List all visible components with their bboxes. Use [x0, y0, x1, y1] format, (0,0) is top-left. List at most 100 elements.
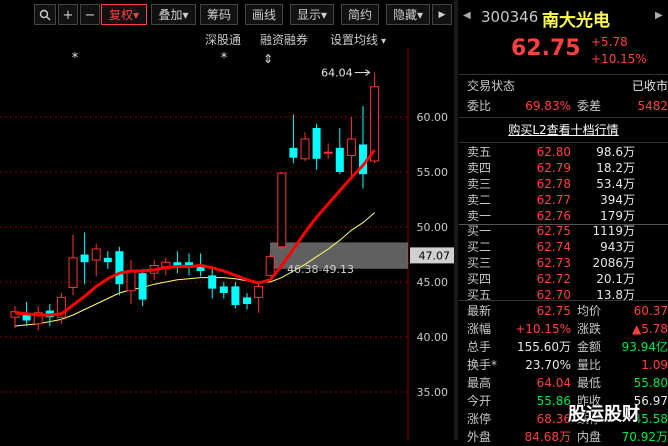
rzrq-tag[interactable]: 融资融券 [260, 31, 308, 48]
candle-body [22, 315, 31, 321]
high-price-label: 64.04 [321, 67, 353, 80]
candle-body [68, 257, 78, 289]
candle-body [265, 256, 275, 276]
stat-value: 62.75 [536, 304, 571, 318]
current-price-label: 47.07 [419, 249, 451, 262]
stat-label: 最新 [467, 304, 492, 318]
y-tick-label: 60.00 [417, 111, 449, 124]
candle-body [231, 286, 240, 306]
y-tick-label: 50.00 [417, 221, 449, 234]
stat-value: 68.36 [536, 412, 571, 426]
last-price: 62.75 [511, 36, 581, 61]
candle-body [115, 251, 124, 285]
event-marker-icon: * [72, 51, 79, 66]
candle-body [103, 257, 112, 263]
stat-value: 1.09 [641, 358, 668, 372]
stat-value: 70.92万 [621, 430, 668, 444]
chevron-right-icon[interactable]: ▶ [655, 10, 663, 21]
fuquan-button[interactable]: 复权▾ [101, 4, 147, 25]
stat-value: 64.04 [536, 376, 571, 390]
stat-value: +10.15% [515, 322, 571, 336]
panel-divider [454, 0, 458, 440]
zoom-out-button[interactable]: − [80, 4, 100, 25]
event-marker-icon: * [221, 51, 228, 66]
price-change-pct: +10.15% [591, 52, 647, 66]
y-tick-label: 45.00 [417, 276, 449, 289]
stat-row: 最新 62.75 均价 60.37 [459, 302, 668, 320]
chevron-down-icon: ▾ [132, 8, 140, 22]
stat-label: 均价 [577, 304, 602, 318]
hide-button[interactable]: 隐藏▾ [386, 4, 430, 25]
display-button[interactable]: 显示▾ [290, 4, 334, 25]
stat-label: 总手 [467, 340, 492, 354]
candle-body [91, 248, 101, 261]
chart-toolbar: + − 复权▾ 叠加▾ 筹码 画线 显示▾ 简约 隐藏▾ ▶ [0, 0, 454, 30]
order-ratio-label: 委比 [467, 99, 492, 113]
chips-button[interactable]: 筹码 [200, 4, 238, 25]
stat-label: 量比 [577, 358, 602, 372]
divider [459, 300, 668, 301]
chevron-down-icon: ▾ [320, 8, 328, 22]
candle-body [126, 270, 136, 292]
candle-body [80, 254, 89, 263]
display-label: 显示 [296, 8, 321, 22]
stat-label: 金额 [577, 340, 602, 354]
stat-row: 涨幅 +10.15% 涨跌 ▲5.78 [459, 320, 668, 338]
stat-value: 60.37 [633, 304, 668, 318]
stat-row: 最高 64.04 最低 55.80 [459, 374, 668, 392]
order-ratio-row: 委比 69.83% 委差 5482 [459, 97, 668, 115]
search-icon[interactable] [34, 4, 56, 25]
candle-body [138, 273, 147, 300]
sgt-tag[interactable]: 深股通 [205, 31, 241, 48]
divider [459, 74, 668, 75]
candle-body [289, 147, 298, 158]
stat-value: 155.60万 [517, 340, 571, 354]
stat-label: 外盘 [467, 430, 492, 444]
chevron-right-icon[interactable]: ▶ [432, 4, 452, 25]
hide-label: 隐藏 [392, 8, 417, 22]
stat-label: 涨幅 [467, 322, 492, 336]
stat-label: 内盘 [577, 430, 602, 444]
y-tick-label: 35.00 [417, 386, 449, 399]
candle-body [300, 138, 310, 160]
divider [459, 117, 668, 118]
watermark: 股运股财 [568, 404, 640, 425]
chevron-left-icon[interactable]: ◀ [463, 10, 471, 21]
candle-body [254, 285, 264, 298]
overlay-button[interactable]: 叠加▾ [151, 4, 196, 25]
order-diff-value: 5482 [637, 99, 668, 113]
candle-body [346, 138, 356, 156]
stat-label: 换手* [467, 358, 498, 372]
y-tick-label: 40.00 [417, 331, 449, 344]
candle-body [219, 286, 228, 293]
stat-label: 最低 [577, 376, 602, 390]
fuquan-label: 复权 [108, 8, 133, 22]
stat-value: 84.68万 [524, 430, 571, 444]
ma-settings-button[interactable]: 设置均线 ▾ [330, 31, 386, 48]
candle-body [208, 275, 217, 289]
stat-value: ▲5.78 [632, 322, 668, 336]
y-tick-label: 55.00 [417, 166, 449, 179]
draw-button[interactable]: 画线 [245, 4, 283, 25]
price-change: +5.78 [591, 35, 628, 49]
stat-value: 93.94亿 [621, 340, 668, 354]
chevron-down-icon: ▾ [381, 36, 387, 47]
chevron-down-icon: ▾ [182, 8, 189, 22]
trade-status-label: 交易状态 [467, 79, 516, 93]
zoom-in-button[interactable]: + [58, 4, 78, 25]
stat-label: 涨停 [467, 412, 492, 426]
stock-name: 南大光电 [542, 11, 610, 31]
stat-value: 55.86 [536, 394, 571, 408]
stat-row: 外盘 84.68万 内盘 70.92万 [459, 428, 668, 446]
overlay-label: 叠加 [158, 8, 183, 22]
l2-upgrade-link[interactable]: 购买L2查看十档行情 [459, 121, 668, 139]
quote-panel: ◀ 300346 南大光电 ▶ 62.75 +5.78 +10.15% 交易状态… [459, 0, 668, 444]
candlestick-chart[interactable]: 60.00 55.00 50.00 45.00 40.00 35.00 47.07 64.04… [0, 48, 454, 440]
stat-label: 最高 [467, 376, 492, 390]
order-diff-label: 委差 [577, 99, 602, 113]
stock-code: 300346 [481, 8, 539, 26]
candle-body [277, 172, 287, 248]
ma-red-line [14, 149, 376, 317]
ma-settings-label: 设置均线 [330, 33, 379, 47]
simple-button[interactable]: 简约 [341, 4, 379, 25]
